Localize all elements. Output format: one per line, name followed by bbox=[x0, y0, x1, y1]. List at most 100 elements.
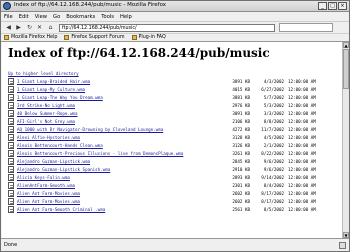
file-size: 4015 KB bbox=[232, 87, 250, 92]
page-content: Index of ftp://64.12.168.244/pub/music U… bbox=[2, 42, 342, 238]
file-icon bbox=[8, 102, 14, 109]
file-link[interactable]: Alexis Bettencourt-Precious Illusions - … bbox=[17, 151, 183, 156]
menu-edit[interactable]: Edit bbox=[19, 14, 29, 20]
file-row: Alien Ant Farm-Smooth Criminal .wma 2561 … bbox=[8, 206, 334, 214]
address-bar[interactable]: ftp://64.12.168.244/pub/music/ bbox=[59, 24, 275, 32]
menu-bar: File Edit View Go Bookmarks Tools Help bbox=[1, 12, 349, 21]
firefox-icon bbox=[3, 2, 11, 10]
file-time: 12:00:00 AM bbox=[288, 127, 316, 132]
file-link[interactable]: Alien Ant Farm-Smooth Criminal .wma bbox=[17, 207, 105, 212]
file-size: 3261 KB bbox=[232, 151, 250, 156]
file-link[interactable]: Alejandro Guzman-Lipstick Spanish.wma bbox=[17, 167, 110, 172]
search-box[interactable] bbox=[279, 23, 333, 32]
file-size: 2602 KB bbox=[232, 199, 250, 204]
file-icon bbox=[8, 118, 14, 125]
file-time: 12:00:00 AM bbox=[288, 87, 316, 92]
file-time: 12:00:00 AM bbox=[288, 183, 316, 188]
bookmark-support-forum[interactable]: Firefox Support Forum bbox=[64, 35, 125, 40]
file-link[interactable]: 40 Below Summer-Rope.wma bbox=[17, 111, 78, 116]
file-icon bbox=[8, 126, 14, 133]
title-bar: Index of ftp://64.12.168.244/pub/music -… bbox=[1, 1, 349, 12]
file-time: 12:00:00 AM bbox=[288, 111, 316, 116]
file-icon bbox=[8, 190, 14, 197]
file-link[interactable]: Alien Ant Farm-Movies.wma bbox=[17, 199, 80, 204]
page-title: Index of ftp://64.12.168.244/pub/music bbox=[8, 46, 270, 60]
file-link[interactable]: AFI-Girl's Not Grey.wma bbox=[17, 119, 75, 124]
file-icon bbox=[8, 198, 14, 205]
file-size: 2976 KB bbox=[232, 103, 250, 108]
file-row: Alexis Bettencourt-Hands Clean.wma 3126 K… bbox=[8, 142, 334, 150]
file-row: 40 Below Summer-Rope.wma 3091 KB 3/3/2002 1… bbox=[8, 110, 334, 118]
file-row: Alien Ant Farm-Movies.wma 2602 KB 8/17/200… bbox=[8, 198, 334, 206]
menu-go[interactable]: Go bbox=[53, 14, 60, 20]
file-link[interactable]: 1 Giant Leap-Braided Hair.wma bbox=[17, 79, 90, 84]
file-link[interactable]: Alicia Keys-Falin.wma bbox=[17, 175, 70, 180]
file-row: 1 Giant Leap-Braided Hair.wma 3891 KB 4/3/… bbox=[8, 78, 334, 86]
file-size: 2106 KB bbox=[232, 119, 250, 124]
file-size: 3881 KB bbox=[232, 95, 250, 100]
file-link[interactable]: Alexi Alfie-Hystories.wma bbox=[17, 135, 80, 140]
file-size: 2301 KB bbox=[232, 183, 250, 188]
file-size: 2910 KB bbox=[232, 167, 250, 172]
file-size: 2893 KB bbox=[232, 175, 250, 180]
up-directory-link[interactable]: Up to higher level directory bbox=[8, 71, 79, 76]
bookmark-firefox-help[interactable]: Mozilla Firefox Help bbox=[4, 35, 57, 40]
browser-window: Index of ftp://64.12.168.244/pub/music -… bbox=[0, 0, 350, 252]
file-link[interactable]: 1 Giant Leap-The Way You Dream.wma bbox=[17, 95, 103, 100]
scroll-up-arrow[interactable]: ▲ bbox=[343, 42, 349, 48]
file-size: 2602 KB bbox=[232, 191, 250, 196]
bookmark-plugin-faq[interactable]: Plug-in FAQ bbox=[131, 35, 166, 40]
file-row: 3rd Strike-No Light.wma 2976 KB 5/3/2002 12… bbox=[8, 102, 334, 110]
vertical-scrollbar[interactable]: ▲ ▼ bbox=[342, 42, 349, 238]
file-link[interactable]: Alexis Bettencourt-Hands Clean.wma bbox=[17, 143, 103, 148]
menu-bookmarks[interactable]: Bookmarks bbox=[66, 14, 95, 20]
minimize-button[interactable]: _ bbox=[318, 2, 327, 10]
file-row: Alexis Bettencourt-Precious Illusions - … bbox=[8, 150, 334, 158]
file-link[interactable]: Alejandro Guzman-Lipstick.wma bbox=[17, 159, 90, 164]
bookmarks-toolbar: Mozilla Firefox Help Firefox Support For… bbox=[1, 33, 349, 42]
status-icon bbox=[339, 242, 346, 249]
file-row: AQ 1000 with Dr Navigator-Drowning by Cl… bbox=[8, 126, 334, 134]
home-button[interactable]: ⌂ bbox=[46, 24, 55, 32]
scroll-thumb[interactable] bbox=[343, 49, 349, 89]
menu-help[interactable]: Help bbox=[120, 14, 132, 20]
file-date: 3/3/2002 bbox=[263, 111, 284, 116]
file-time: 12:00:00 AM bbox=[288, 191, 316, 196]
file-date: 8/22/2002 bbox=[261, 151, 284, 156]
file-time: 12:00:00 AM bbox=[288, 95, 316, 100]
file-time: 12:00:00 AM bbox=[288, 159, 316, 164]
file-link[interactable]: 1 Giant Leap-My Culture.wma bbox=[17, 87, 85, 92]
menu-view[interactable]: View bbox=[35, 14, 47, 20]
menu-tools[interactable]: Tools bbox=[101, 14, 114, 20]
file-icon bbox=[8, 174, 14, 181]
file-link[interactable]: Alien Ant Farm-Movies.wma bbox=[17, 191, 80, 196]
file-row: Alejandro Guzman-Lipstick.wma 2845 KB 9/6/… bbox=[8, 158, 334, 166]
file-link[interactable]: 3rd Strike-No Light.wma bbox=[17, 103, 75, 108]
file-time: 12:00:00 AM bbox=[288, 119, 316, 124]
status-text: Done bbox=[4, 242, 18, 248]
file-icon bbox=[8, 142, 14, 149]
bookmark-icon bbox=[4, 35, 9, 40]
file-time: 12:00:00 AM bbox=[288, 175, 316, 180]
close-button[interactable]: × bbox=[338, 2, 347, 10]
file-icon bbox=[8, 86, 14, 93]
status-bar: Done bbox=[1, 238, 349, 251]
reload-button[interactable]: ↻ bbox=[25, 24, 34, 32]
file-row: AFI-Girl's Not Grey.wma 2106 KB 8/8/2002 12… bbox=[8, 118, 334, 126]
file-icon bbox=[8, 78, 14, 85]
file-date: 5/3/2002 bbox=[263, 103, 284, 108]
file-row: 1 Giant Leap-My Culture.wma 4015 KB 6/27/2… bbox=[8, 86, 334, 94]
forward-button[interactable]: ▶ bbox=[14, 24, 23, 32]
file-icon bbox=[8, 182, 14, 189]
stop-button[interactable]: ✕ bbox=[35, 24, 44, 32]
file-link[interactable]: AQ 1000 with Dr Navigator-Drowning by Cl… bbox=[17, 127, 163, 132]
bookmark-icon bbox=[64, 35, 70, 40]
file-list: 1 Giant Leap-Braided Hair.wma 3891 KB 4/3/… bbox=[8, 78, 334, 214]
file-date: 2/1/2002 bbox=[263, 143, 284, 148]
maximize-button[interactable]: □ bbox=[328, 2, 337, 10]
back-button[interactable]: ◀ bbox=[4, 24, 13, 32]
file-row: 1 Giant Leap-The Way You Dream.wma 3881 K… bbox=[8, 94, 334, 102]
menu-file[interactable]: File bbox=[4, 14, 13, 20]
file-link[interactable]: AlienAntFarm-Smooth.wma bbox=[17, 183, 75, 188]
file-icon bbox=[8, 110, 14, 117]
